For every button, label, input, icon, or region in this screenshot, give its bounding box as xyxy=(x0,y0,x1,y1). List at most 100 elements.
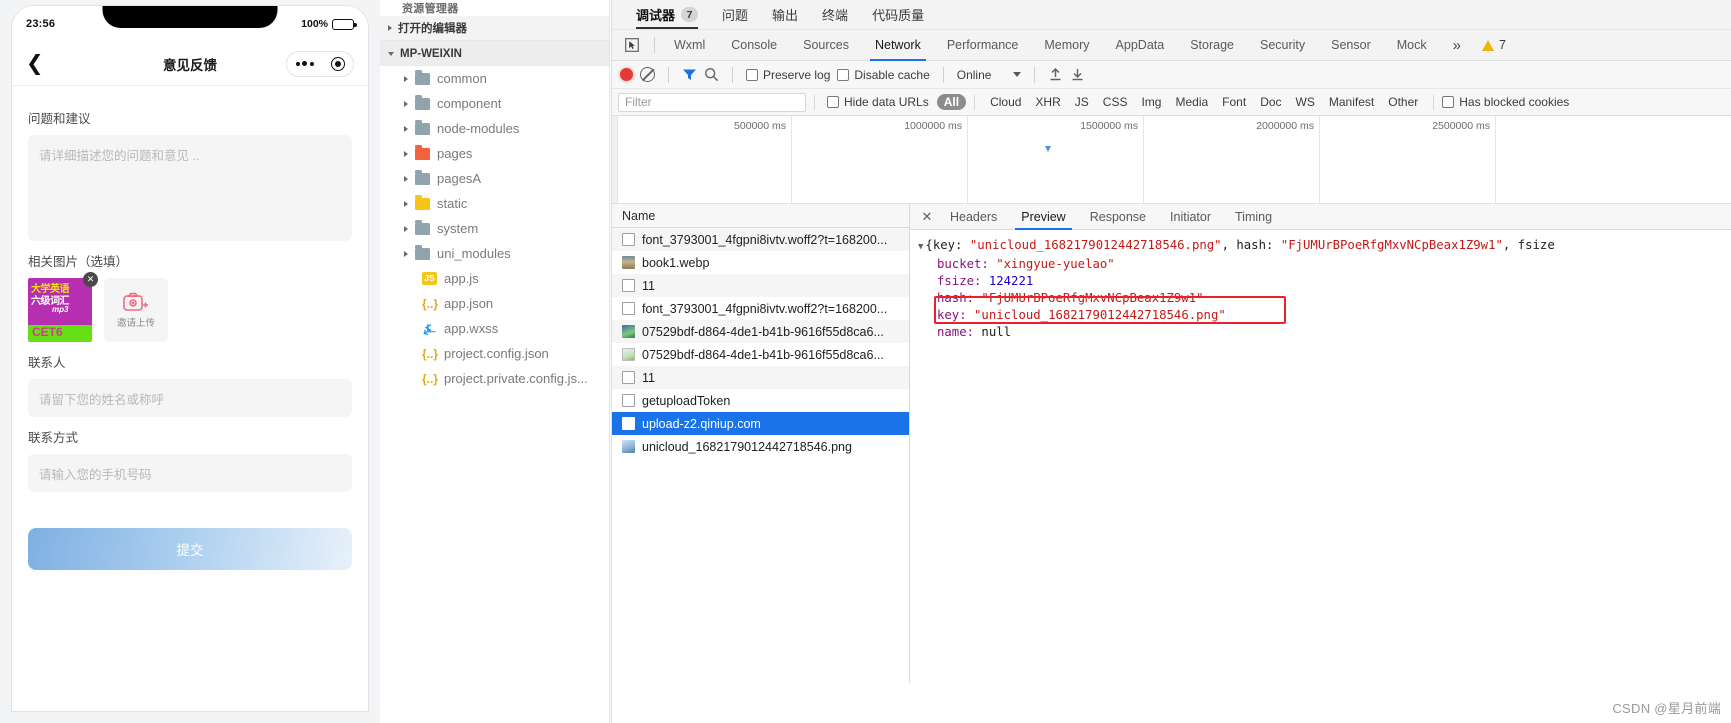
chevron-double-right-icon[interactable]: » xyxy=(1440,30,1474,61)
table-row[interactable]: 11 xyxy=(612,366,909,389)
chevron-left-icon[interactable]: ❮ xyxy=(26,53,44,74)
tree-file-app-js[interactable]: JS app.js xyxy=(380,266,609,291)
network-timeline-overview[interactable]: 500000 ms 1000000 ms 1500000 ms 2000000 … xyxy=(612,116,1731,204)
filter-chip-ws[interactable]: WS xyxy=(1289,94,1322,110)
table-row[interactable]: getuploadToken xyxy=(612,389,909,412)
table-row[interactable]: 07529bdf-d864-4de1-b41b-9616f55d8ca6... xyxy=(612,320,909,343)
download-har-icon[interactable] xyxy=(1070,67,1085,82)
hide-data-urls-checkbox[interactable] xyxy=(827,96,839,108)
filter-chip-js[interactable]: JS xyxy=(1068,94,1096,110)
chevron-right-icon[interactable] xyxy=(388,25,392,31)
tree-item-uni-modules[interactable]: uni_modules xyxy=(380,241,609,266)
preserve-log-checkbox[interactable] xyxy=(746,68,758,81)
tab-security[interactable]: Security xyxy=(1247,30,1318,61)
warning-indicator[interactable]: 7 xyxy=(1474,38,1514,52)
filter-chip-manifest[interactable]: Manifest xyxy=(1322,94,1381,110)
tab-debugger[interactable]: 调试器 7 xyxy=(624,0,710,30)
submit-button[interactable]: 提交 xyxy=(28,528,352,570)
inspect-element-icon[interactable] xyxy=(620,34,644,56)
question-textarea[interactable]: 请详细描述您的问题和意见 .. xyxy=(28,135,352,241)
tab-console[interactable]: Console xyxy=(718,30,790,61)
tree-file-app-wxss[interactable]: ⍼ app.wxss xyxy=(380,316,609,341)
chevron-down-icon[interactable] xyxy=(1013,72,1022,77)
wechat-capsule[interactable] xyxy=(286,50,354,77)
disable-cache-checkbox[interactable] xyxy=(837,68,850,81)
uploaded-image-item[interactable]: 大学英语 六级词汇 mp3 CET6 ✕ xyxy=(28,272,98,342)
tab-response[interactable]: Response xyxy=(1078,204,1158,230)
tab-preview[interactable]: Preview xyxy=(1009,204,1077,230)
tree-file-project-config[interactable]: {..} project.config.json xyxy=(380,341,609,366)
tab-sources[interactable]: Sources xyxy=(790,30,862,61)
tab-wxml[interactable]: Wxml xyxy=(661,30,718,61)
table-row[interactable]: unicloud_1682179012442718546.png xyxy=(612,435,909,458)
table-row[interactable]: font_3793001_4fgpni8ivtv.woff2?t=168200.… xyxy=(612,228,909,251)
has-blocked-cookies-toggle[interactable]: Has blocked cookies xyxy=(1442,95,1569,109)
tab-code-quality[interactable]: 代码质量 xyxy=(860,0,936,30)
filter-chip-xhr[interactable]: XHR xyxy=(1028,94,1067,110)
chevron-right-icon[interactable] xyxy=(404,225,408,232)
tree-item-pages[interactable]: pages xyxy=(380,141,609,166)
chevron-right-icon[interactable] xyxy=(404,175,408,182)
chevron-right-icon[interactable] xyxy=(404,125,408,132)
upload-image-button[interactable]: 邀请上传 xyxy=(104,278,168,342)
filter-chip-media[interactable]: Media xyxy=(1168,94,1215,110)
funnel-filter-icon[interactable] xyxy=(682,68,697,81)
chevron-right-icon[interactable] xyxy=(404,100,408,107)
upload-har-icon[interactable] xyxy=(1048,67,1063,82)
clear-network-icon[interactable] xyxy=(640,67,655,82)
tab-terminal[interactable]: 终端 xyxy=(810,0,860,30)
tab-network[interactable]: Network xyxy=(862,30,934,61)
filter-chip-cloud[interactable]: Cloud xyxy=(983,94,1028,110)
tab-performance[interactable]: Performance xyxy=(934,30,1032,61)
section-open-editors[interactable]: 打开的编辑器 xyxy=(380,16,609,41)
section-mp-weixin[interactable]: MP-WEIXIN xyxy=(380,41,609,66)
tree-item-system[interactable]: system xyxy=(380,216,609,241)
tab-storage[interactable]: Storage xyxy=(1177,30,1247,61)
filter-chip-img[interactable]: Img xyxy=(1134,94,1168,110)
disable-cache-toggle[interactable]: Disable cache xyxy=(837,68,930,82)
tab-problems[interactable]: 问题 xyxy=(710,0,760,30)
tab-memory[interactable]: Memory xyxy=(1031,30,1102,61)
timeline-track[interactable]: 500000 ms 1000000 ms 1500000 ms 2000000 … xyxy=(618,116,1731,203)
filter-chip-css[interactable]: CSS xyxy=(1096,94,1135,110)
chevron-right-icon[interactable] xyxy=(404,150,408,157)
chevron-down-icon[interactable]: ▼ xyxy=(918,242,923,252)
table-row[interactable]: 07529bdf-d864-4de1-b41b-9616f55d8ca6... xyxy=(612,343,909,366)
filter-chip-doc[interactable]: Doc xyxy=(1253,94,1288,110)
chevron-right-icon[interactable] xyxy=(404,75,408,82)
hide-data-urls-toggle[interactable]: Hide data URLs xyxy=(827,95,929,109)
table-row[interactable]: 11 xyxy=(612,274,909,297)
filter-chip-other[interactable]: Other xyxy=(1381,94,1425,110)
close-icon[interactable]: ✕ xyxy=(916,204,938,230)
search-icon[interactable] xyxy=(704,67,719,82)
chevron-down-icon[interactable] xyxy=(388,51,394,56)
tree-item-static[interactable]: static xyxy=(380,191,609,216)
tree-file-project-private-config[interactable]: {..} project.private.config.js... xyxy=(380,366,609,391)
table-row[interactable]: font_3793001_4fgpni8ivtv.woff2?t=168200.… xyxy=(612,297,909,320)
request-list-header[interactable]: Name xyxy=(612,204,909,228)
chevron-right-icon[interactable] xyxy=(404,250,408,257)
tab-timing[interactable]: Timing xyxy=(1223,204,1284,230)
preview-json-viewer[interactable]: ▼ {key: "unicloud_1682179012442718546.png… xyxy=(910,230,1731,341)
more-dots-icon[interactable] xyxy=(295,61,314,66)
table-row-selected[interactable]: upload-z2.qiniup.com xyxy=(612,412,909,435)
preserve-log-toggle[interactable]: Preserve log xyxy=(746,68,830,82)
filter-chip-all[interactable]: All xyxy=(936,94,967,110)
filter-chip-font[interactable]: Font xyxy=(1215,94,1253,110)
close-circle-icon[interactable]: ✕ xyxy=(83,272,98,287)
tree-file-app-json[interactable]: {..} app.json xyxy=(380,291,609,316)
target-circle-icon[interactable] xyxy=(330,56,345,71)
tab-headers[interactable]: Headers xyxy=(938,204,1009,230)
tab-appdata[interactable]: AppData xyxy=(1103,30,1178,61)
record-stop-icon[interactable] xyxy=(620,68,633,81)
tab-sensor[interactable]: Sensor xyxy=(1318,30,1384,61)
has-blocked-cookies-checkbox[interactable] xyxy=(1442,96,1455,108)
table-row[interactable]: book1.webp xyxy=(612,251,909,274)
filter-input[interactable]: Filter xyxy=(618,92,806,112)
tab-mock[interactable]: Mock xyxy=(1384,30,1440,61)
tree-item-component[interactable]: component xyxy=(380,91,609,116)
tree-item-common[interactable]: common xyxy=(380,66,609,91)
phone-number-input[interactable]: 请输入您的手机号码 xyxy=(28,454,352,492)
throttling-select[interactable]: Online xyxy=(957,68,1022,82)
tab-initiator[interactable]: Initiator xyxy=(1158,204,1223,230)
